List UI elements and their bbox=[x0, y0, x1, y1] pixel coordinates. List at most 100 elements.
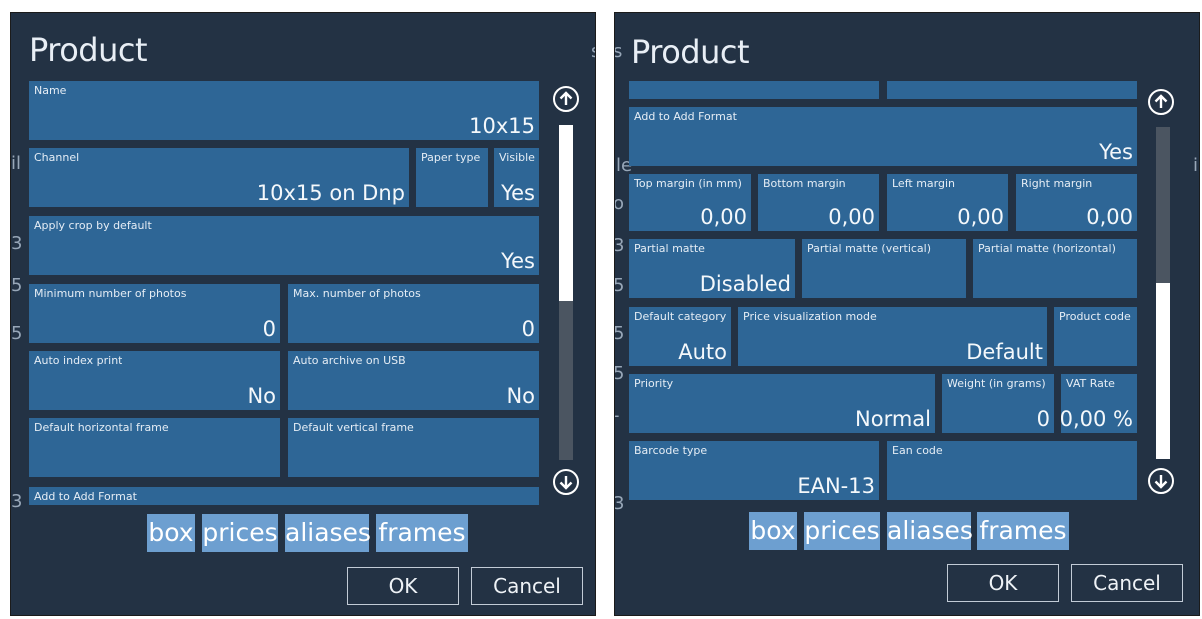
scrollbar-track[interactable] bbox=[559, 125, 573, 460]
partial-matte-vertical-field[interactable]: Partial matte (vertical) bbox=[802, 239, 966, 298]
product-dialog-left: il s 3 5 5 3 Product Name 10x15 Channel … bbox=[10, 12, 596, 616]
field-value: 0,00 bbox=[828, 205, 875, 229]
tab-prices[interactable]: prices bbox=[804, 512, 880, 550]
default-category-field[interactable]: Default category Auto bbox=[629, 307, 731, 366]
cancel-button[interactable]: Cancel bbox=[471, 567, 583, 605]
field-value: 0 bbox=[1036, 407, 1050, 431]
background-text: - bbox=[615, 405, 620, 426]
field-label: Partial matte (horizontal) bbox=[978, 242, 1116, 255]
dialog-title: Product bbox=[631, 33, 750, 71]
auto-archive-field[interactable]: Auto archive on USB No bbox=[288, 351, 539, 410]
background-text: 3 bbox=[11, 491, 23, 512]
default-vertical-frame-field[interactable]: Default vertical frame bbox=[288, 418, 539, 477]
tab-box[interactable]: box bbox=[749, 512, 797, 550]
top-margin-field[interactable]: Top margin (in mm) 0,00 bbox=[629, 174, 751, 231]
background-text: 5 bbox=[614, 275, 625, 296]
field-label: Priority bbox=[634, 377, 674, 390]
field-value: 0,00 bbox=[1086, 205, 1133, 229]
field-label: Left margin bbox=[892, 177, 955, 190]
field-label: Add to Add Format bbox=[634, 110, 737, 123]
background-text: 5 bbox=[614, 323, 625, 344]
partial-field bbox=[629, 81, 879, 99]
tab-prices[interactable]: prices bbox=[202, 514, 278, 552]
min-photos-field[interactable]: Minimum number of photos 0 bbox=[29, 284, 280, 343]
scrollbar-thumb[interactable] bbox=[1156, 283, 1170, 459]
right-margin-field[interactable]: Right margin 0,00 bbox=[1016, 174, 1137, 231]
field-label: Default vertical frame bbox=[293, 421, 414, 434]
ean-code-field[interactable]: Ean code bbox=[887, 441, 1137, 500]
vat-rate-field[interactable]: VAT Rate 0,00 % bbox=[1059, 374, 1137, 433]
scroll-down-button[interactable] bbox=[553, 469, 579, 495]
paper-type-field[interactable]: Paper type bbox=[416, 148, 488, 207]
auto-index-field[interactable]: Auto index print No bbox=[29, 351, 280, 410]
left-margin-field[interactable]: Left margin 0,00 bbox=[887, 174, 1008, 231]
price-visualization-mode-field[interactable]: Price visualization mode Default bbox=[738, 307, 1047, 366]
ok-button[interactable]: OK bbox=[947, 564, 1059, 602]
field-value: 0,00 % bbox=[1059, 407, 1133, 431]
field-label: Partial matte (vertical) bbox=[807, 242, 932, 255]
circle-arrow-down-icon bbox=[1154, 475, 1168, 489]
background-text: s bbox=[591, 41, 595, 62]
add-format-field[interactable]: Add to Add Format Yes bbox=[629, 107, 1137, 166]
add-format-field[interactable]: Add to Add Format bbox=[29, 487, 539, 505]
tab-frames[interactable]: frames bbox=[977, 512, 1069, 550]
scroll-up-button[interactable] bbox=[553, 86, 579, 112]
tab-aliases[interactable]: aliases bbox=[285, 514, 371, 552]
circle-arrow-up-icon bbox=[559, 91, 573, 105]
tab-frames[interactable]: frames bbox=[376, 514, 468, 552]
field-value: Yes bbox=[501, 181, 535, 205]
priority-field[interactable]: Priority Normal bbox=[629, 374, 935, 433]
field-value: Yes bbox=[1099, 140, 1133, 164]
product-dialog-right: s o 3 5 5 5 - 3 ile i Product Add to Add… bbox=[614, 12, 1200, 616]
field-label: Max. number of photos bbox=[293, 287, 421, 300]
field-label: Name bbox=[34, 84, 67, 97]
barcode-type-field[interactable]: Barcode type EAN-13 bbox=[629, 441, 879, 500]
channel-field[interactable]: Channel 10x15 on Dnp bbox=[29, 148, 409, 207]
scroll-down-button[interactable] bbox=[1148, 468, 1174, 494]
cancel-button[interactable]: Cancel bbox=[1071, 564, 1183, 602]
field-label: Weight (in grams) bbox=[947, 377, 1046, 390]
field-value: No bbox=[506, 384, 535, 408]
scrollbar-thumb[interactable] bbox=[559, 125, 573, 301]
field-label: Channel bbox=[34, 151, 80, 164]
name-field[interactable]: Name 10x15 bbox=[29, 81, 539, 140]
scroll-up-button[interactable] bbox=[1148, 89, 1174, 115]
background-text: il bbox=[11, 153, 22, 174]
apply-crop-field[interactable]: Apply crop by default Yes bbox=[29, 216, 539, 275]
partial-matte-horizontal-field[interactable]: Partial matte (horizontal) bbox=[973, 239, 1137, 298]
scrollbar-track[interactable] bbox=[1156, 127, 1170, 459]
circle-arrow-up-icon bbox=[1154, 94, 1168, 108]
product-code-field[interactable]: Product code bbox=[1054, 307, 1137, 366]
weight-field[interactable]: Weight (in grams) 0 bbox=[942, 374, 1054, 433]
field-value: EAN-13 bbox=[797, 474, 875, 498]
field-value: 0,00 bbox=[957, 205, 1004, 229]
background-text: o bbox=[614, 193, 625, 214]
field-label: Paper type bbox=[421, 151, 481, 164]
field-value: 0,00 bbox=[700, 205, 747, 229]
max-photos-field[interactable]: Max. number of photos 0 bbox=[288, 284, 539, 343]
field-label: Minimum number of photos bbox=[34, 287, 187, 300]
partial-matte-field[interactable]: Partial matte Disabled bbox=[629, 239, 795, 298]
bottom-margin-field[interactable]: Bottom margin 0,00 bbox=[758, 174, 879, 231]
field-value: 10x15 on Dnp bbox=[256, 181, 405, 205]
field-label: Price visualization mode bbox=[743, 310, 877, 323]
field-label: Barcode type bbox=[634, 444, 708, 457]
tab-aliases[interactable]: aliases bbox=[887, 512, 973, 550]
field-label: Product code bbox=[1059, 310, 1131, 323]
field-value: Normal bbox=[855, 407, 931, 431]
ok-button[interactable]: OK bbox=[347, 567, 459, 605]
field-label: Auto index print bbox=[34, 354, 123, 367]
field-value: 0 bbox=[521, 317, 535, 341]
partial-field bbox=[887, 81, 1137, 99]
visible-field[interactable]: Visible Yes bbox=[494, 148, 539, 207]
default-horizontal-frame-field[interactable]: Default horizontal frame bbox=[29, 418, 280, 477]
field-label: Default horizontal frame bbox=[34, 421, 169, 434]
background-text: 3 bbox=[614, 493, 625, 514]
background-text: i bbox=[1193, 155, 1199, 176]
field-label: Add to Add Format bbox=[34, 490, 137, 503]
field-label: Bottom margin bbox=[763, 177, 846, 190]
field-value: Auto bbox=[678, 340, 727, 364]
field-label: Visible bbox=[499, 151, 535, 164]
background-text: 5 bbox=[11, 275, 23, 296]
tab-box[interactable]: box bbox=[147, 514, 195, 552]
